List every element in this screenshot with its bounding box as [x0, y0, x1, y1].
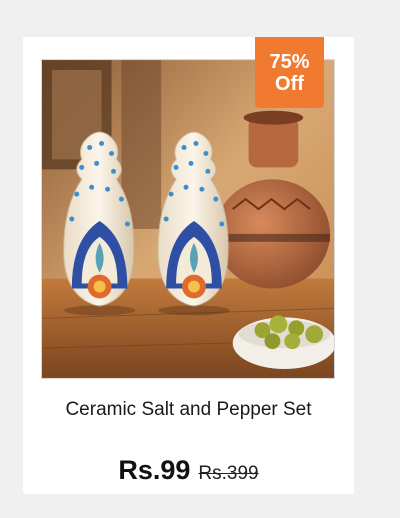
original-price: Rs.399	[198, 463, 259, 484]
product-title[interactable]: Ceramic Salt and Pepper Set	[33, 397, 344, 422]
discount-suffix: Off	[275, 72, 304, 95]
current-price: Rs.99	[118, 455, 191, 485]
price-row: Rs.99 Rs.399	[23, 455, 354, 486]
discount-badge: 75% Off	[255, 37, 324, 108]
product-card[interactable]: 75% Off Ceramic Salt and Pepper Set Rs.9…	[23, 37, 354, 494]
discount-percent: 75%	[269, 50, 310, 73]
